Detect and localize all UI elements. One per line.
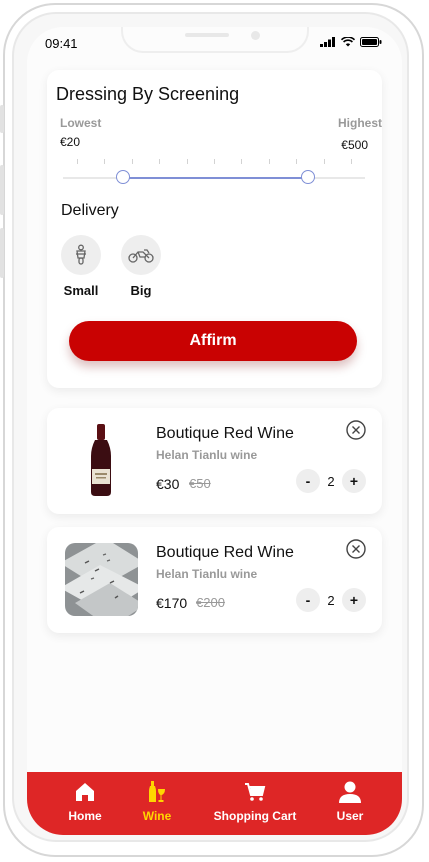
battery-icon <box>360 37 382 47</box>
tab-shopping-cart[interactable]: Shopping Cart <box>207 780 303 823</box>
quantity-stepper: - 2 + <box>296 469 366 493</box>
quantity-value: 2 <box>327 473 335 489</box>
lowest-label: Lowest <box>60 116 102 130</box>
highest-value: €500 <box>341 138 368 152</box>
product-name: Boutique Red Wine <box>156 425 294 442</box>
delivery-big-label: Big <box>130 283 152 298</box>
screen: 09:41 Dressing By Screening Lowest €20 H… <box>27 27 402 835</box>
delivery-option-big[interactable]: Big <box>120 235 162 298</box>
delivery-big-circle <box>121 235 161 275</box>
mute-switch <box>0 105 4 133</box>
slider-tick <box>159 159 161 164</box>
signal-icon <box>320 37 335 47</box>
slider-tick <box>268 159 270 164</box>
wine-box-image <box>65 543 138 616</box>
notch <box>121 27 309 53</box>
camera <box>251 31 260 40</box>
tab-shopping-cart-label: Shopping Cart <box>213 809 297 823</box>
slider-tick <box>104 159 106 164</box>
product-subtitle: Helan Tianlu wine <box>156 448 258 462</box>
quantity-value: 2 <box>327 592 335 608</box>
lowest-value: €20 <box>60 135 81 149</box>
status-time: 09:41 <box>45 36 78 51</box>
tab-user[interactable]: User <box>330 780 370 823</box>
quantity-stepper: - 2 + <box>296 588 366 612</box>
wine-icon <box>149 781 165 802</box>
increase-button[interactable]: + <box>342 469 366 493</box>
affirm-button[interactable]: Affirm <box>69 321 357 361</box>
decrease-button[interactable]: - <box>296 588 320 612</box>
close-icon <box>346 420 366 440</box>
close-icon <box>346 539 366 559</box>
home-icon <box>76 783 94 801</box>
decrease-button[interactable]: - <box>296 469 320 493</box>
slider-tick <box>186 159 188 164</box>
slider-tick <box>296 159 298 164</box>
tab-user-label: User <box>336 809 364 823</box>
delivery-small-label: Small <box>63 283 99 298</box>
delivery-title: Delivery <box>61 202 119 219</box>
product-old-price: €200 <box>196 595 225 610</box>
speaker <box>185 33 229 37</box>
slider-tick <box>214 159 215 164</box>
product-old-price: €50 <box>189 476 211 491</box>
highest-label: Highest <box>337 116 382 130</box>
wifi-icon <box>341 37 355 47</box>
product-name: Boutique Red Wine <box>156 544 294 561</box>
filter-title: Dressing By Screening <box>56 84 240 104</box>
remove-item-button[interactable] <box>346 420 366 440</box>
cart-item-1: Boutique Red Wine Helan Tianlu wine €30 … <box>47 408 382 514</box>
remove-item-button[interactable] <box>346 539 366 559</box>
delivery-option-small[interactable]: Small <box>60 235 102 298</box>
slider-tick <box>241 159 243 164</box>
user-icon <box>339 781 361 803</box>
volume-down-button <box>0 228 4 278</box>
product-subtitle: Helan Tianlu wine <box>156 567 258 581</box>
product-price: €30 <box>156 476 180 492</box>
wine-bottle-image <box>65 424 138 497</box>
delivery-small-circle <box>61 235 101 275</box>
status-icons <box>320 37 382 47</box>
tab-home-label: Home <box>68 809 102 823</box>
tab-wine-label: Wine <box>142 809 172 823</box>
slider-tick <box>131 159 133 164</box>
scooter-icon <box>76 244 86 265</box>
tab-home[interactable]: Home <box>65 780 105 823</box>
slider-tick <box>323 159 325 164</box>
cart-icon <box>245 783 266 801</box>
slider-tick <box>351 159 352 164</box>
motorcycle-icon <box>128 249 154 263</box>
bottom-tab-bar: Home Wine Shopping Cart User <box>27 772 402 835</box>
increase-button[interactable]: + <box>342 588 366 612</box>
slider-max-handle[interactable] <box>300 170 315 184</box>
volume-up-button <box>0 165 4 215</box>
tab-wine[interactable]: Wine <box>137 780 177 823</box>
cart-item-2: Boutique Red Wine Helan Tianlu wine €170… <box>47 527 382 633</box>
filter-card: Dressing By Screening Lowest €20 Highest… <box>47 70 382 388</box>
slider-min-handle[interactable] <box>116 170 131 184</box>
price-slider-range <box>123 177 308 179</box>
product-price: €170 <box>156 595 188 611</box>
slider-tick <box>77 159 78 164</box>
